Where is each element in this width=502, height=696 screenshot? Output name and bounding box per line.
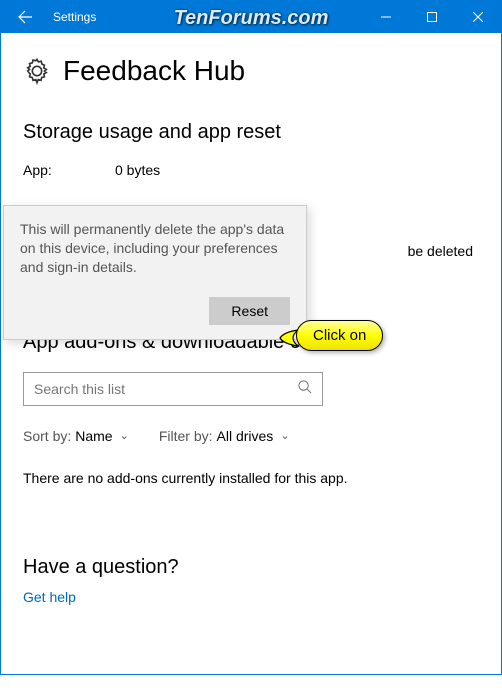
- page-title: Feedback Hub: [63, 55, 245, 87]
- chevron-down-icon: ⌄: [120, 429, 129, 442]
- close-icon: [473, 12, 483, 22]
- search-icon[interactable]: [297, 379, 312, 399]
- filter-label: Filter by:: [159, 428, 213, 444]
- storage-heading: Storage usage and app reset: [23, 121, 479, 144]
- callout-text: Click on: [296, 320, 383, 351]
- sort-value: Name: [75, 428, 112, 444]
- sort-dropdown[interactable]: Sort by: Name ⌄: [23, 428, 129, 444]
- minimize-button[interactable]: [363, 1, 409, 33]
- maximize-icon: [427, 12, 437, 22]
- app-header: Feedback Hub: [23, 55, 479, 87]
- filter-value: All drives: [217, 428, 274, 444]
- sort-filter-row: Sort by: Name ⌄ Filter by: All drives ⌄: [23, 428, 479, 444]
- window-title: Settings: [53, 10, 96, 24]
- app-usage-row: App: 0 bytes: [23, 162, 479, 178]
- minimize-icon: [381, 12, 391, 22]
- flyout-message: This will permanently delete the app's d…: [20, 220, 290, 277]
- filter-dropdown[interactable]: Filter by: All drives ⌄: [159, 428, 290, 444]
- content-area: Feedback Hub Storage usage and app reset…: [1, 55, 501, 696]
- addons-search[interactable]: [23, 372, 323, 406]
- sort-label: Sort by:: [23, 428, 71, 444]
- app-usage-value: 0 bytes: [115, 162, 160, 178]
- flyout-reset-button[interactable]: Reset: [209, 297, 290, 325]
- gear-icon: [23, 57, 51, 85]
- get-help-link[interactable]: Get help: [23, 589, 76, 605]
- reset-confirm-flyout: This will permanently delete the app's d…: [3, 205, 307, 340]
- app-usage-label: App:: [23, 162, 73, 178]
- back-button[interactable]: [1, 1, 49, 33]
- chevron-down-icon: ⌄: [280, 429, 289, 442]
- search-input[interactable]: [34, 381, 297, 397]
- question-heading: Have a question?: [23, 556, 479, 579]
- arrow-left-icon: [17, 9, 33, 25]
- addons-empty-message: There are no add-ons currently installed…: [23, 470, 479, 486]
- close-button[interactable]: [455, 1, 501, 33]
- titlebar: Settings: [1, 1, 501, 33]
- window-controls: [363, 1, 501, 33]
- annotation-callout: Click on: [296, 320, 383, 351]
- maximize-button[interactable]: [409, 1, 455, 33]
